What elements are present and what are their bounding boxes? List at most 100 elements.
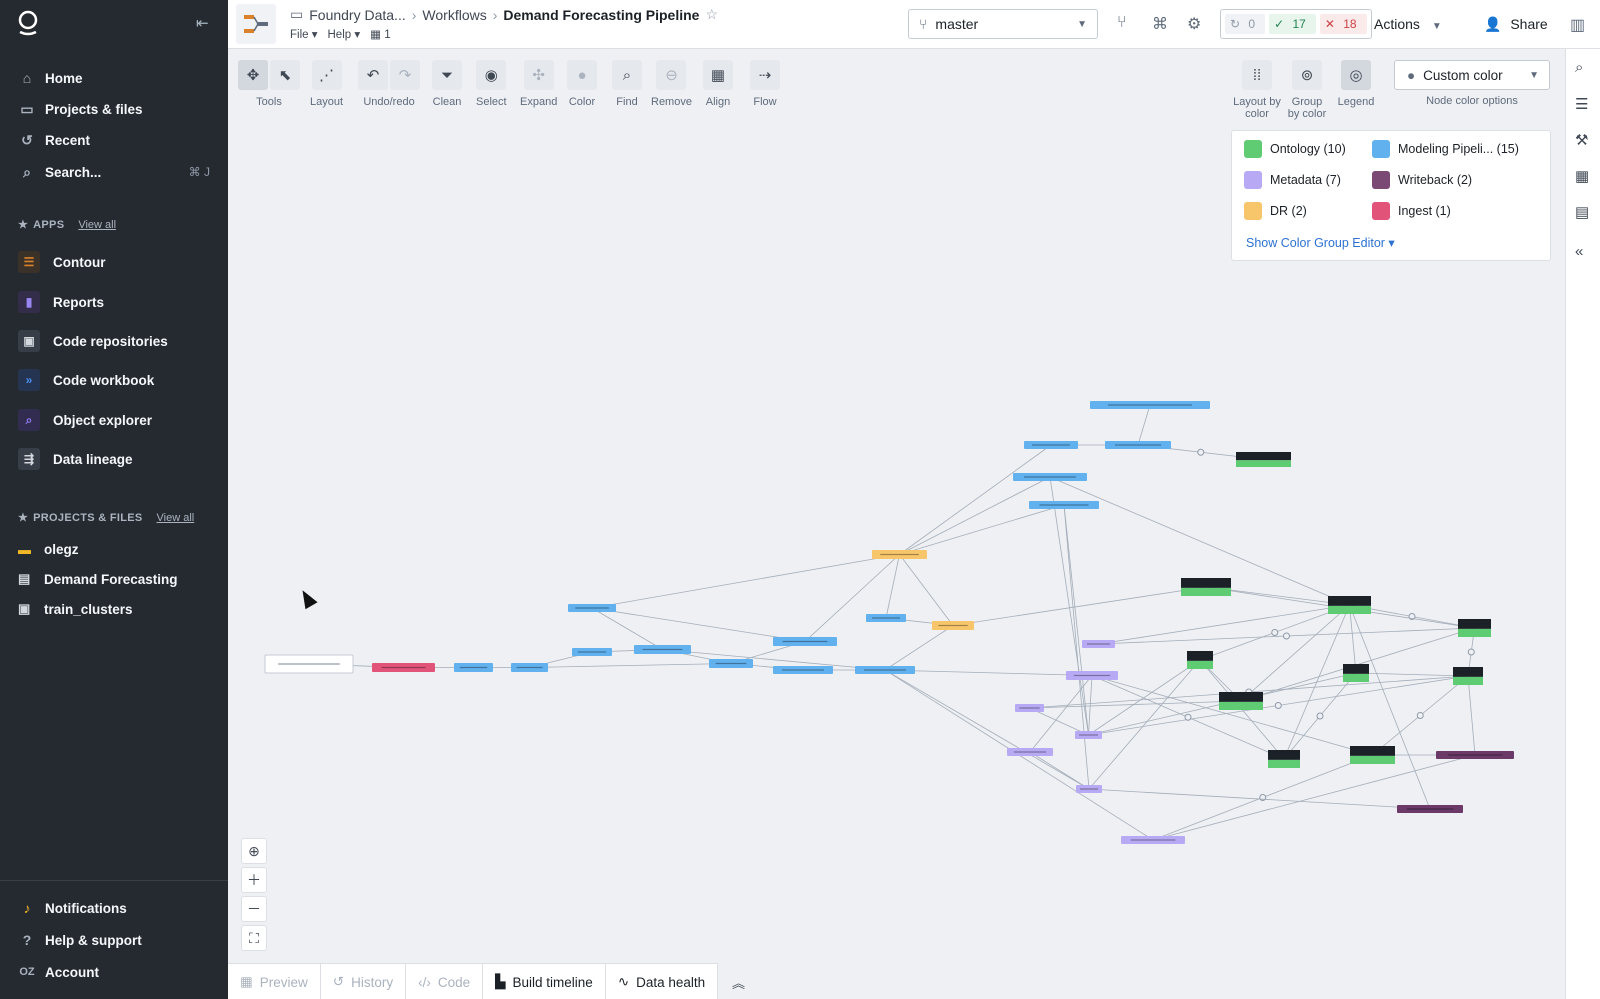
- graph-node[interactable]: [1076, 785, 1102, 793]
- branch-selector[interactable]: ⑂ master ▼: [908, 9, 1098, 39]
- nav-notifications[interactable]: ♪ Notifications: [0, 893, 228, 923]
- select-tool-icon[interactable]: ⬉: [270, 60, 300, 90]
- nav-home[interactable]: ⌂ Home: [0, 63, 228, 93]
- graph-node[interactable]: [1187, 651, 1213, 669]
- align-tool[interactable]: ▦ Align: [703, 60, 733, 108]
- layout-tool[interactable]: ⋰ Layout: [310, 60, 343, 108]
- group-by-color-tool[interactable]: ⊚ Group by color: [1285, 60, 1329, 120]
- nav-recent[interactable]: ↺ Recent: [0, 125, 228, 155]
- graph-node[interactable]: [1007, 748, 1053, 756]
- clean-tool[interactable]: ⏷ Clean: [432, 60, 462, 108]
- tab-preview[interactable]: ▦ Preview: [228, 964, 321, 999]
- failed-count[interactable]: ✕ 18: [1319, 14, 1367, 34]
- git-merge-icon[interactable]: ⑂: [1117, 14, 1127, 32]
- graph-node[interactable]: [372, 663, 435, 672]
- recenter-icon[interactable]: ⊕: [241, 838, 267, 864]
- graph-node[interactable]: [1343, 664, 1369, 682]
- graph-node[interactable]: [572, 648, 612, 656]
- app-data-lineage[interactable]: ⇶ Data lineage: [0, 442, 228, 476]
- pan-tool-icon[interactable]: ✥: [238, 60, 268, 90]
- help-menu[interactable]: Help ▾: [328, 27, 361, 41]
- graph-node[interactable]: [1066, 671, 1118, 680]
- graph-node[interactable]: [1121, 836, 1185, 844]
- chevrons-up-icon[interactable]: ︽: [732, 973, 745, 992]
- graph-node[interactable]: [855, 666, 915, 674]
- apps-view-all-link[interactable]: View all: [78, 219, 116, 231]
- tab-data-health[interactable]: ∿ Data health: [606, 964, 719, 999]
- fit-screen-icon[interactable]: ⛶: [241, 925, 267, 951]
- graph-node[interactable]: [1075, 731, 1102, 739]
- graph-node[interactable]: [1458, 619, 1491, 637]
- resource-count[interactable]: ▦ 1: [370, 27, 390, 41]
- monocle-app-icon[interactable]: [236, 4, 276, 44]
- breadcrumb-item[interactable]: Workflows: [422, 7, 486, 23]
- nav-account[interactable]: OZ Account: [0, 957, 228, 987]
- graph-node[interactable]: [1397, 805, 1463, 813]
- form-icon[interactable]: ▤: [1575, 203, 1589, 221]
- share-button[interactable]: 👤 Share: [1484, 16, 1548, 33]
- app-contour[interactable]: ☰ Contour: [0, 245, 228, 279]
- flow-tool[interactable]: ⇢ Flow: [750, 60, 780, 108]
- project-train-clusters[interactable]: ▣ train_clusters: [0, 595, 228, 623]
- gear-icon[interactable]: ⚙: [1187, 14, 1201, 34]
- legend-item-dr[interactable]: DR (2): [1244, 202, 1307, 220]
- app-code-repositories[interactable]: ▣ Code repositories: [0, 324, 228, 358]
- collapse-sidebar-icon[interactable]: ⇤: [196, 14, 209, 32]
- graph-node[interactable]: [1105, 441, 1171, 449]
- graph-node[interactable]: [1268, 750, 1300, 768]
- foundry-logo-icon[interactable]: [16, 10, 40, 36]
- legend-item-ingest[interactable]: Ingest (1): [1372, 202, 1451, 220]
- graph-node[interactable]: [1090, 401, 1210, 409]
- graph-node[interactable]: [1436, 751, 1514, 759]
- running-count[interactable]: ↻ 0: [1225, 14, 1266, 34]
- app-code-workbook[interactable]: » Code workbook: [0, 363, 228, 397]
- expand-tool[interactable]: ✣ Expand: [520, 60, 557, 108]
- actions-menu[interactable]: Actions ▼: [1374, 16, 1442, 32]
- graph-node[interactable]: [709, 659, 753, 668]
- graph-node[interactable]: [773, 666, 833, 674]
- legend-item-metadata[interactable]: Metadata (7): [1244, 171, 1341, 189]
- node-color-select[interactable]: ● Custom color ▼: [1394, 60, 1550, 90]
- color-tool[interactable]: ● Color: [567, 60, 597, 108]
- build-status-group[interactable]: ↻ 0 ✓ 17 ✕ 18: [1220, 9, 1372, 39]
- graph-node[interactable]: [1029, 501, 1099, 509]
- graph-node[interactable]: [634, 645, 691, 654]
- layout-by-color-tool[interactable]: ⁞⁞ Layout by color: [1233, 60, 1281, 120]
- nav-projects-files[interactable]: ▭ Projects & files: [0, 94, 228, 124]
- panel-layout-icon[interactable]: ▥: [1570, 15, 1585, 35]
- nav-help-support[interactable]: ? Help & support: [0, 925, 228, 955]
- graph-node[interactable]: [1328, 596, 1371, 614]
- zoom-out-icon[interactable]: －: [241, 896, 267, 922]
- graph-node[interactable]: [866, 614, 906, 622]
- tab-code[interactable]: ‹/› Code: [406, 964, 484, 999]
- app-object-explorer[interactable]: ⌕ Object explorer: [0, 403, 228, 437]
- projects-view-all-link[interactable]: View all: [157, 512, 195, 524]
- command-icon[interactable]: ⌘: [1152, 14, 1168, 34]
- graph-node[interactable]: [1082, 640, 1115, 648]
- graph-node[interactable]: [454, 663, 493, 672]
- select-tool[interactable]: ◉ Select: [476, 60, 507, 108]
- project-demand-forecasting[interactable]: ▤ Demand Forecasting: [0, 565, 228, 593]
- graph-node[interactable]: [511, 663, 548, 672]
- zoom-in-icon[interactable]: ＋: [241, 867, 267, 893]
- legend-item-modeling-pipeline[interactable]: Modeling Pipeli... (15): [1372, 140, 1519, 158]
- graph-node[interactable]: [568, 604, 616, 612]
- list-icon[interactable]: ☰: [1575, 95, 1588, 113]
- graph-node[interactable]: [1350, 746, 1395, 764]
- project-olegz[interactable]: ▬ olegz: [0, 535, 228, 563]
- legend-item-writeback[interactable]: Writeback (2): [1372, 171, 1472, 189]
- chevrons-left-icon[interactable]: «: [1575, 243, 1583, 260]
- graph-node[interactable]: [1015, 704, 1044, 712]
- search-icon[interactable]: ⌕: [1575, 59, 1583, 76]
- graph-node[interactable]: [872, 550, 927, 559]
- remove-tool[interactable]: ⊖ Remove: [651, 60, 692, 108]
- graph-node[interactable]: [1024, 441, 1078, 449]
- breadcrumb-item[interactable]: Foundry Data...: [309, 7, 406, 23]
- success-count[interactable]: ✓ 17: [1269, 14, 1316, 34]
- graph-node[interactable]: [932, 621, 974, 630]
- graph-node[interactable]: [1453, 667, 1483, 685]
- graph-node[interactable]: [1236, 452, 1291, 467]
- graph-node[interactable]: [1219, 692, 1263, 710]
- graph-node[interactable]: [1181, 578, 1231, 596]
- redo-icon[interactable]: ↷: [390, 60, 420, 90]
